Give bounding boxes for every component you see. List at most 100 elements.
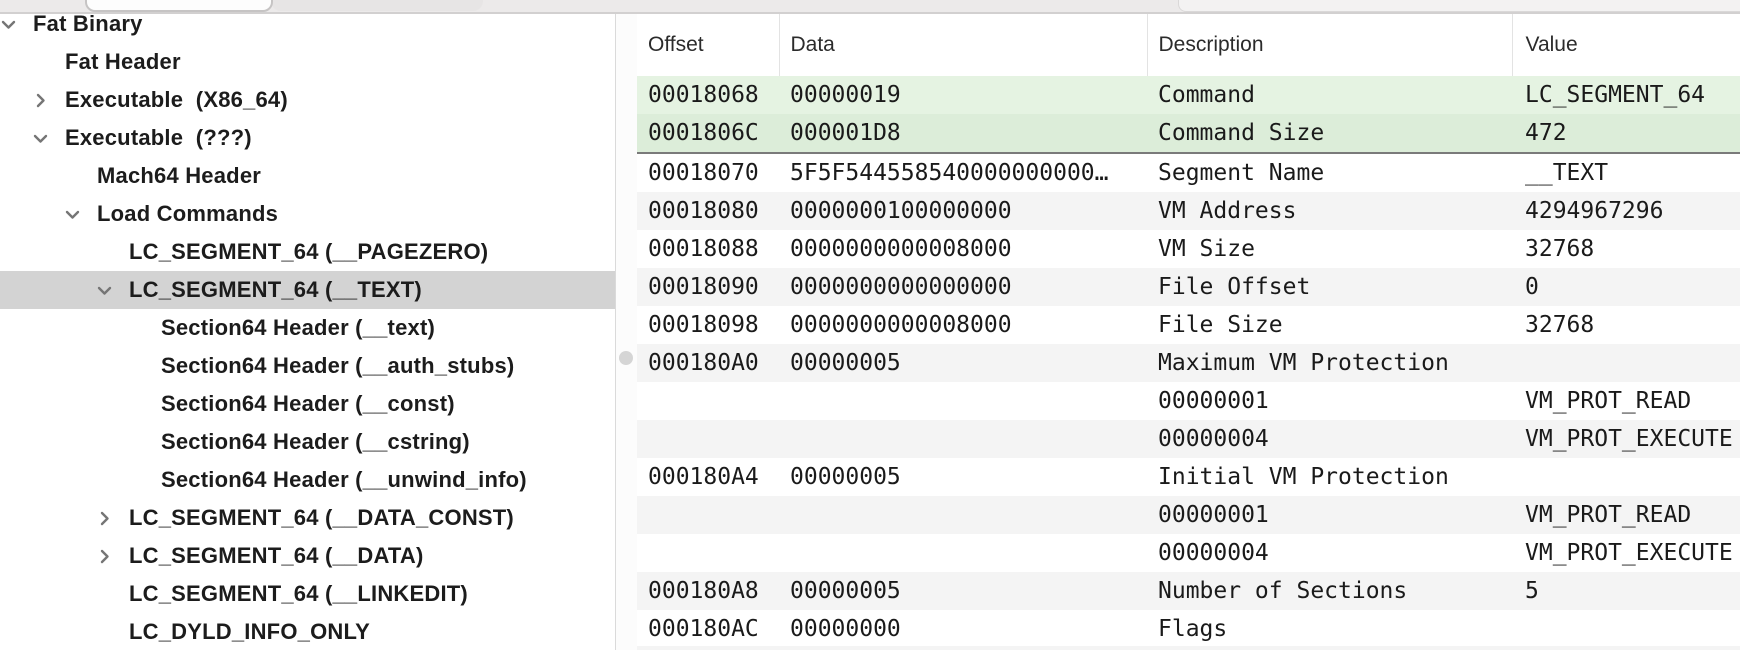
- table-row[interactable]: 00000004VM_PROT_EXECUTE: [637, 534, 1740, 572]
- tree-item-label: Fat Binary: [33, 14, 143, 37]
- tree-item[interactable]: Section64 Header (__unwind_info): [0, 461, 615, 499]
- tree-item[interactable]: Section64 Header (__text): [0, 309, 615, 347]
- column-header-description[interactable]: Description: [1147, 14, 1512, 76]
- tree-item[interactable]: LC_SEGMENT_64 (__LINKEDIT): [0, 575, 615, 613]
- column-header-value[interactable]: Value: [1512, 14, 1740, 76]
- cell-data: 0000000000000000: [779, 268, 1147, 306]
- tree-item[interactable]: Section64 Header (__const): [0, 385, 615, 423]
- tree-item-label: Fat Header: [65, 49, 181, 75]
- cell-data: 0000000000008000: [779, 230, 1147, 268]
- table-row[interactable]: 000180A000000005Maximum VM Protection: [637, 344, 1740, 382]
- pane-splitter[interactable]: [616, 14, 637, 650]
- toolbar-field[interactable]: [1178, 0, 1740, 12]
- tree-item[interactable]: LC_SEGMENT_64 (__DATA): [0, 537, 615, 575]
- cell-description: File Offset: [1147, 268, 1512, 306]
- data-table-pane: Offset Data Description Value 0001806800…: [637, 14, 1740, 650]
- cell-data: 00000005: [779, 458, 1147, 496]
- table-row[interactable]: 000180A800000005Number of Sections5: [637, 572, 1740, 610]
- chevron-right-icon[interactable]: [29, 89, 51, 111]
- cell-offset: 00018088: [637, 230, 779, 268]
- table-row[interactable]: 000180705F5F544558540000000000…Segment N…: [637, 153, 1740, 192]
- cell-description: VM Size: [1147, 230, 1512, 268]
- toolbar: [0, 0, 1740, 14]
- cell-data: [779, 382, 1147, 420]
- tree-item[interactable]: Executable (???): [0, 119, 615, 157]
- tree-item[interactable]: LC_SEGMENT_64 (__DATA_CONST): [0, 499, 615, 537]
- tree-item[interactable]: LC_SEGMENT_64 (__PAGEZERO): [0, 233, 615, 271]
- cell-value: 32768: [1512, 306, 1740, 344]
- chevron-right-icon[interactable]: [93, 545, 115, 567]
- cell-value: VM_PROT_READ: [1512, 496, 1740, 534]
- table-row[interactable]: 00000004VM_PROT_EXECUTE: [637, 420, 1740, 458]
- chevron-down-icon[interactable]: [29, 127, 51, 149]
- cell-offset: 00018080: [637, 192, 779, 230]
- cell-offset: 000180A8: [637, 572, 779, 610]
- tree-item[interactable]: Fat Header: [0, 43, 615, 81]
- table-row[interactable]: 000180A400000005Initial VM Protection: [637, 458, 1740, 496]
- file-structure-tree: Fat Binary Fat Header Executable (X86_64) E…: [0, 14, 615, 650]
- table-row[interactable]: 00000001VM_PROT_READ: [637, 496, 1740, 534]
- table-row[interactable]: 000180800000000100000000VM Address429496…: [637, 192, 1740, 230]
- tree-item-label: Section64 Header (__text): [161, 315, 435, 341]
- active-tab[interactable]: [85, 0, 273, 12]
- tree-item-label: Load Commands: [97, 201, 278, 227]
- tree-item-label: Section64 Header (__cstring): [161, 429, 470, 455]
- cell-data: 5F5F544558540000000000…: [779, 153, 1147, 192]
- cell-description: 00000004: [1147, 534, 1512, 572]
- data-table: Offset Data Description Value 0001806800…: [637, 14, 1740, 648]
- cell-offset: [637, 382, 779, 420]
- table-row[interactable]: 000180900000000000000000File Offset0: [637, 268, 1740, 306]
- column-header-offset[interactable]: Offset: [637, 14, 779, 76]
- cell-offset: 000180AC: [637, 610, 779, 648]
- chevron-down-icon[interactable]: [61, 203, 83, 225]
- tree-item[interactable]: Mach64 Header: [0, 157, 615, 195]
- tree-item[interactable]: Load Commands: [0, 195, 615, 233]
- tree-item[interactable]: LC_DYLD_INFO_ONLY: [0, 613, 615, 650]
- table-row[interactable]: 000180AC00000000Flags: [637, 610, 1740, 648]
- table-row[interactable]: 000180980000000000008000File Size32768: [637, 306, 1740, 344]
- chevron-right-icon[interactable]: [93, 507, 115, 529]
- tree-item[interactable]: LC_SEGMENT_64 (__TEXT): [0, 271, 615, 309]
- cell-description: Command Size: [1147, 114, 1512, 153]
- cell-offset: 00018070: [637, 153, 779, 192]
- cell-value: 0: [1512, 268, 1740, 306]
- cell-description: Command: [1147, 76, 1512, 114]
- cell-value: __TEXT: [1512, 153, 1740, 192]
- tree-item-label: Section64 Header (__unwind_info): [161, 467, 527, 493]
- cell-data: 0000000100000000: [779, 192, 1147, 230]
- cell-value: [1512, 458, 1740, 496]
- cell-data: [779, 496, 1147, 534]
- chevron-down-icon[interactable]: [93, 279, 115, 301]
- table-row[interactable]: 0001806800000019CommandLC_SEGMENT_64: [637, 76, 1740, 114]
- cell-description: Segment Name: [1147, 153, 1512, 192]
- cell-description: File Size: [1147, 306, 1512, 344]
- cell-offset: 00018090: [637, 268, 779, 306]
- cell-description: 00000001: [1147, 382, 1512, 420]
- table-row[interactable]: 00000001VM_PROT_READ: [637, 382, 1740, 420]
- cell-description: Initial VM Protection: [1147, 458, 1512, 496]
- chevron-down-icon[interactable]: [0, 14, 19, 35]
- cell-data: [779, 420, 1147, 458]
- cell-data: 0000000000008000: [779, 306, 1147, 344]
- cell-offset: 000180A0: [637, 344, 779, 382]
- cell-data: 00000005: [779, 572, 1147, 610]
- table-row[interactable]: 000180880000000000008000VM Size32768: [637, 230, 1740, 268]
- tree-item[interactable]: Section64 Header (__cstring): [0, 423, 615, 461]
- column-header-data[interactable]: Data: [779, 14, 1147, 76]
- tree-item[interactable]: Section64 Header (__auth_stubs): [0, 347, 615, 385]
- splitter-handle-icon[interactable]: [619, 351, 633, 365]
- cell-value: [1512, 344, 1740, 382]
- cell-value: VM_PROT_EXECUTE: [1512, 534, 1740, 572]
- cell-offset: 000180A4: [637, 458, 779, 496]
- inactive-tab[interactable]: [271, 0, 483, 11]
- tree-item-label: Executable (???): [65, 125, 252, 151]
- cell-value: VM_PROT_READ: [1512, 382, 1740, 420]
- tree-item[interactable]: Executable (X86_64): [0, 81, 615, 119]
- tree-item[interactable]: Fat Binary: [0, 14, 615, 43]
- tree-item-label: Section64 Header (__auth_stubs): [161, 353, 514, 379]
- cell-data: 00000019: [779, 76, 1147, 114]
- partial-next-row: [637, 646, 1740, 650]
- header-row: Offset Data Description Value: [637, 14, 1740, 76]
- table-row[interactable]: 0001806C000001D8Command Size472: [637, 114, 1740, 153]
- cell-description: Flags: [1147, 610, 1512, 648]
